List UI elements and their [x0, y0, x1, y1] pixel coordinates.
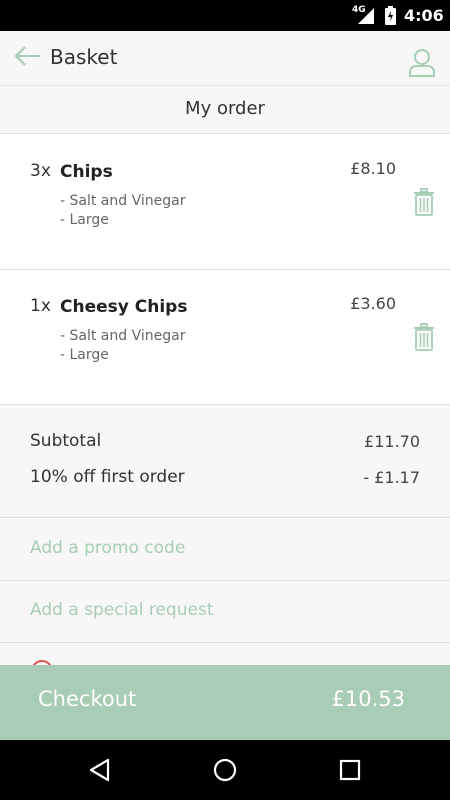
subtotal-value: £11.70: [364, 432, 420, 451]
checkout-total: £10.53: [331, 687, 405, 711]
discount-value: - £1.17: [363, 468, 420, 487]
promo-code-label: Add a promo code: [30, 538, 186, 558]
back-arrow-icon[interactable]: [14, 45, 42, 67]
item-option: - Large: [60, 347, 109, 363]
item-option: - Salt and Vinegar: [60, 193, 186, 209]
back-nav-icon[interactable]: [87, 757, 113, 783]
item-quantity: 3x: [30, 161, 51, 181]
trash-icon[interactable]: [413, 188, 435, 216]
subtotal-label: Subtotal: [30, 431, 102, 451]
item-price: £8.10: [350, 159, 396, 178]
item-option: - Large: [60, 212, 109, 228]
item-quantity: 1x: [30, 296, 51, 316]
user-icon[interactable]: [408, 47, 436, 77]
special-request-label: Add a special request: [30, 600, 214, 620]
recents-nav-icon[interactable]: [337, 757, 363, 783]
section-title: My order: [0, 86, 450, 134]
item-name: Chips: [60, 162, 113, 182]
order-summary: Subtotal £11.70 10% off first order - £1…: [0, 405, 450, 518]
battery-icon: [385, 6, 396, 25]
app-bar: Basket: [0, 31, 450, 86]
system-nav-bar: [0, 740, 450, 800]
item-option: - Salt and Vinegar: [60, 328, 186, 344]
trash-icon[interactable]: [413, 323, 435, 351]
status-bar: 4G 4:06: [0, 0, 450, 31]
item-price: £3.60: [350, 294, 396, 313]
item-name: Cheesy Chips: [60, 297, 188, 317]
discount-label: 10% off first order: [30, 467, 185, 487]
signal-icon: [358, 8, 374, 24]
home-nav-icon[interactable]: [212, 757, 238, 783]
checkout-label: Checkout: [38, 687, 137, 711]
order-item: 1x Cheesy Chips - Salt and Vinegar - Lar…: [0, 270, 450, 405]
order-item: 3x Chips - Salt and Vinegar - Large £8.1…: [0, 135, 450, 270]
clock: 4:06: [404, 6, 444, 25]
special-request-button[interactable]: Add a special request: [0, 581, 450, 643]
page-title: Basket: [50, 45, 118, 69]
promo-code-button[interactable]: Add a promo code: [0, 519, 450, 581]
checkout-button[interactable]: Checkout £10.53: [0, 665, 450, 740]
